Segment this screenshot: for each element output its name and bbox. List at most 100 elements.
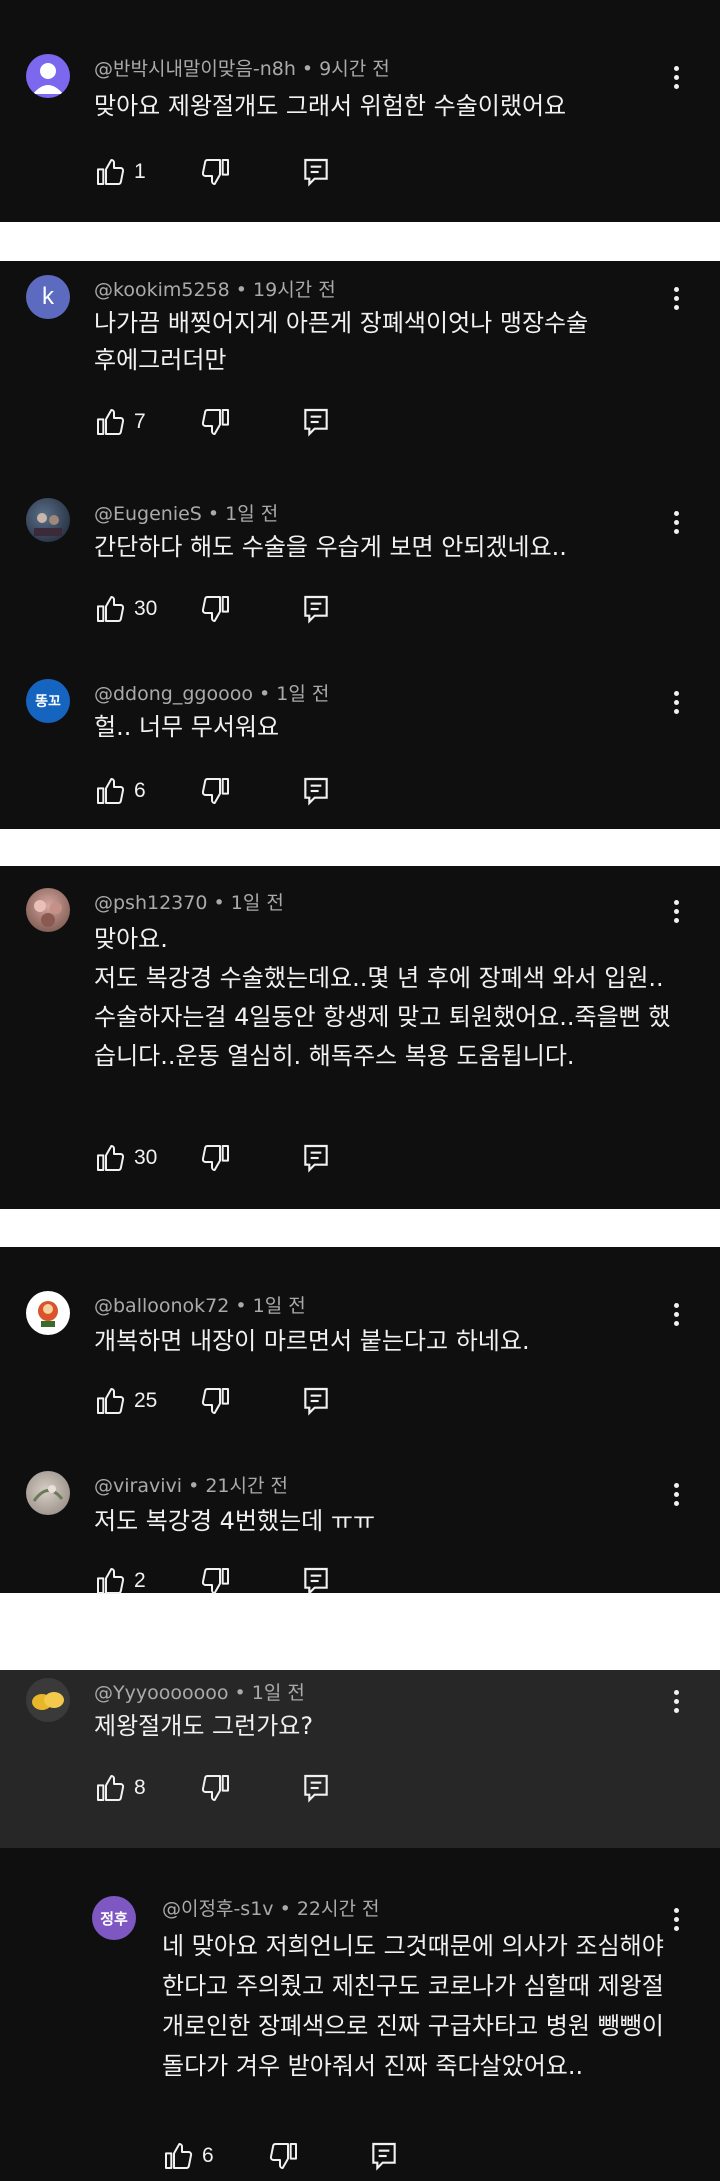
comment-panel-3: @psh12370 • 1일 전 맞아요. 저도 복강경 수술했는데요..몇 년…: [0, 866, 720, 1209]
avatar[interactable]: k: [26, 275, 70, 319]
comment-text: 저도 복강경 4번했는데 ㅠㅠ: [94, 1507, 376, 1535]
comment: @EugenieS • 1일 전 간단하다 해도 수술을 우습게 보면 안되겠네…: [0, 493, 720, 633]
reply-button[interactable]: [300, 1142, 332, 1174]
like-button[interactable]: 2: [94, 1565, 146, 1597]
comment-author[interactable]: @balloonok72: [94, 1295, 229, 1317]
reply-button[interactable]: [300, 593, 332, 625]
avatar[interactable]: 똥꼬: [26, 679, 70, 723]
avatar[interactable]: [26, 1471, 70, 1515]
like-button[interactable]: 8: [94, 1772, 146, 1804]
comment-text: 헐.. 너무 무서워요: [94, 713, 280, 741]
comment-author[interactable]: @psh12370: [94, 892, 207, 914]
comment-meta: @viravivi • 21시간 전: [94, 1475, 288, 1497]
reply-button[interactable]: [300, 156, 332, 188]
comment-meta: @반박시내말이맞음-n8h • 9시간 전: [94, 58, 390, 80]
like-button[interactable]: 30: [94, 1142, 157, 1174]
comment-reply: 정후 @이정후-s1v • 22시간 전 네 맞아요 저희언니도 그것때문에 의…: [0, 1848, 720, 2181]
avatar[interactable]: [26, 888, 70, 932]
comment-author[interactable]: @ddong_ggoooo: [94, 683, 253, 705]
comment-actions: 30: [94, 1138, 328, 1178]
thumbs-up-icon: [97, 596, 125, 622]
comment-actions: 6: [94, 771, 328, 811]
comment-time[interactable]: 1일 전: [253, 1295, 306, 1317]
comment-author[interactable]: @kookim5258: [94, 279, 230, 301]
comment-meta: @psh12370 • 1일 전: [94, 892, 284, 914]
like-count: 25: [134, 1389, 158, 1412]
comment-meta: @ddong_ggoooo • 1일 전: [94, 683, 330, 705]
comment: @반박시내말이맞음-n8h • 9시간 전 맞아요 제왕절개도 그래서 위험한 …: [0, 0, 720, 222]
avatar[interactable]: [26, 54, 70, 98]
comment-actions: 2: [94, 1561, 328, 1601]
reply-icon: [304, 1387, 328, 1416]
comment-panel-1: @반박시내말이맞음-n8h • 9시간 전 맞아요 제왕절개도 그래서 위험한 …: [0, 0, 720, 222]
dislike-button[interactable]: [200, 1565, 232, 1597]
dislike-button[interactable]: [200, 1772, 232, 1804]
thumbs-up-icon: [97, 1568, 125, 1594]
comment-time[interactable]: 1일 전: [252, 1682, 305, 1704]
like-count: 30: [134, 597, 158, 620]
comment-meta: @Yyyooooooo • 1일 전: [94, 1682, 305, 1704]
comment-author[interactable]: @EugenieS: [94, 503, 202, 525]
avatar[interactable]: [26, 1291, 70, 1335]
comment-time[interactable]: 1일 전: [225, 503, 278, 525]
comment-author[interactable]: @이정후-s1v: [162, 1898, 274, 1920]
comment-highlighted: @Yyyooooooo • 1일 전 제왕절개도 그런가요? 8: [0, 1670, 720, 1848]
comment-time[interactable]: 1일 전: [276, 683, 329, 705]
thumbs-down-icon: [201, 778, 229, 804]
comment-author[interactable]: @viravivi: [94, 1475, 182, 1497]
thumbs-down-icon: [201, 596, 229, 622]
like-button[interactable]: 6: [162, 2140, 214, 2172]
comment-actions: 7: [94, 402, 328, 442]
thumbs-down-icon: [201, 159, 229, 185]
dislike-button[interactable]: [200, 1385, 232, 1417]
reply-button[interactable]: [368, 2140, 400, 2172]
like-button[interactable]: 25: [94, 1385, 157, 1417]
comment-time[interactable]: 21시간 전: [205, 1475, 288, 1497]
reply-icon: [304, 777, 328, 806]
comment-author[interactable]: @반박시내말이맞음-n8h: [94, 58, 296, 80]
thumbs-up-icon: [97, 778, 125, 804]
comment-actions: 30: [94, 589, 328, 629]
comment-author[interactable]: @Yyyooooooo: [94, 1682, 228, 1704]
comment-time[interactable]: 22시간 전: [297, 1898, 380, 1920]
avatar-letter: 똥꼬: [35, 693, 61, 709]
like-count: 7: [134, 410, 146, 433]
reply-button[interactable]: [300, 775, 332, 807]
comment-time[interactable]: 9시간 전: [319, 58, 390, 80]
comment-text: 네 맞아요 저희언니도 그것때문에 의사가 조심해야한다고 주의줬고 제친구도 …: [162, 1932, 664, 2080]
dislike-button[interactable]: [200, 156, 232, 188]
more-vertical-icon[interactable]: [666, 283, 686, 313]
comment-meta: @balloonok72 • 1일 전: [94, 1295, 306, 1317]
thumbs-up-icon: [165, 2143, 193, 2169]
thumbs-down-icon: [201, 1568, 229, 1594]
reply-button[interactable]: [300, 406, 332, 438]
dislike-button[interactable]: [200, 593, 232, 625]
reply-button[interactable]: [300, 1772, 332, 1804]
comment-time[interactable]: 19시간 전: [253, 279, 336, 301]
reply-icon: [304, 1567, 328, 1596]
comment-text: 나가끔 배찢어지게 아픈게 장폐색이엇나 맹장수술후에그러더만: [94, 309, 589, 374]
dislike-button[interactable]: [200, 1142, 232, 1174]
like-button[interactable]: 7: [94, 406, 146, 438]
comment-time[interactable]: 1일 전: [231, 892, 284, 914]
profile-photo-icon: [34, 513, 62, 536]
avatar[interactable]: [26, 1678, 70, 1722]
dislike-button[interactable]: [200, 406, 232, 438]
reply-icon: [304, 158, 328, 187]
profile-photo-icon: [32, 1692, 64, 1710]
comment-meta: @이정후-s1v • 22시간 전: [162, 1898, 380, 1920]
reply-button[interactable]: [300, 1565, 332, 1597]
thumbs-up-icon: [97, 159, 125, 185]
like-button[interactable]: 30: [94, 593, 157, 625]
avatar[interactable]: 정후: [92, 1896, 136, 1940]
comment: @psh12370 • 1일 전 맞아요. 저도 복강경 수술했는데요..몇 년…: [0, 866, 720, 1209]
comment-actions: 8: [94, 1768, 328, 1808]
like-button[interactable]: 1: [94, 156, 146, 188]
dislike-button[interactable]: [268, 2140, 300, 2172]
comment-text: 제왕절개도 그런가요?: [94, 1712, 314, 1740]
profile-photo-icon: [38, 1301, 58, 1327]
dislike-button[interactable]: [200, 775, 232, 807]
avatar[interactable]: [26, 498, 70, 542]
like-button[interactable]: 6: [94, 775, 146, 807]
reply-button[interactable]: [300, 1385, 332, 1417]
